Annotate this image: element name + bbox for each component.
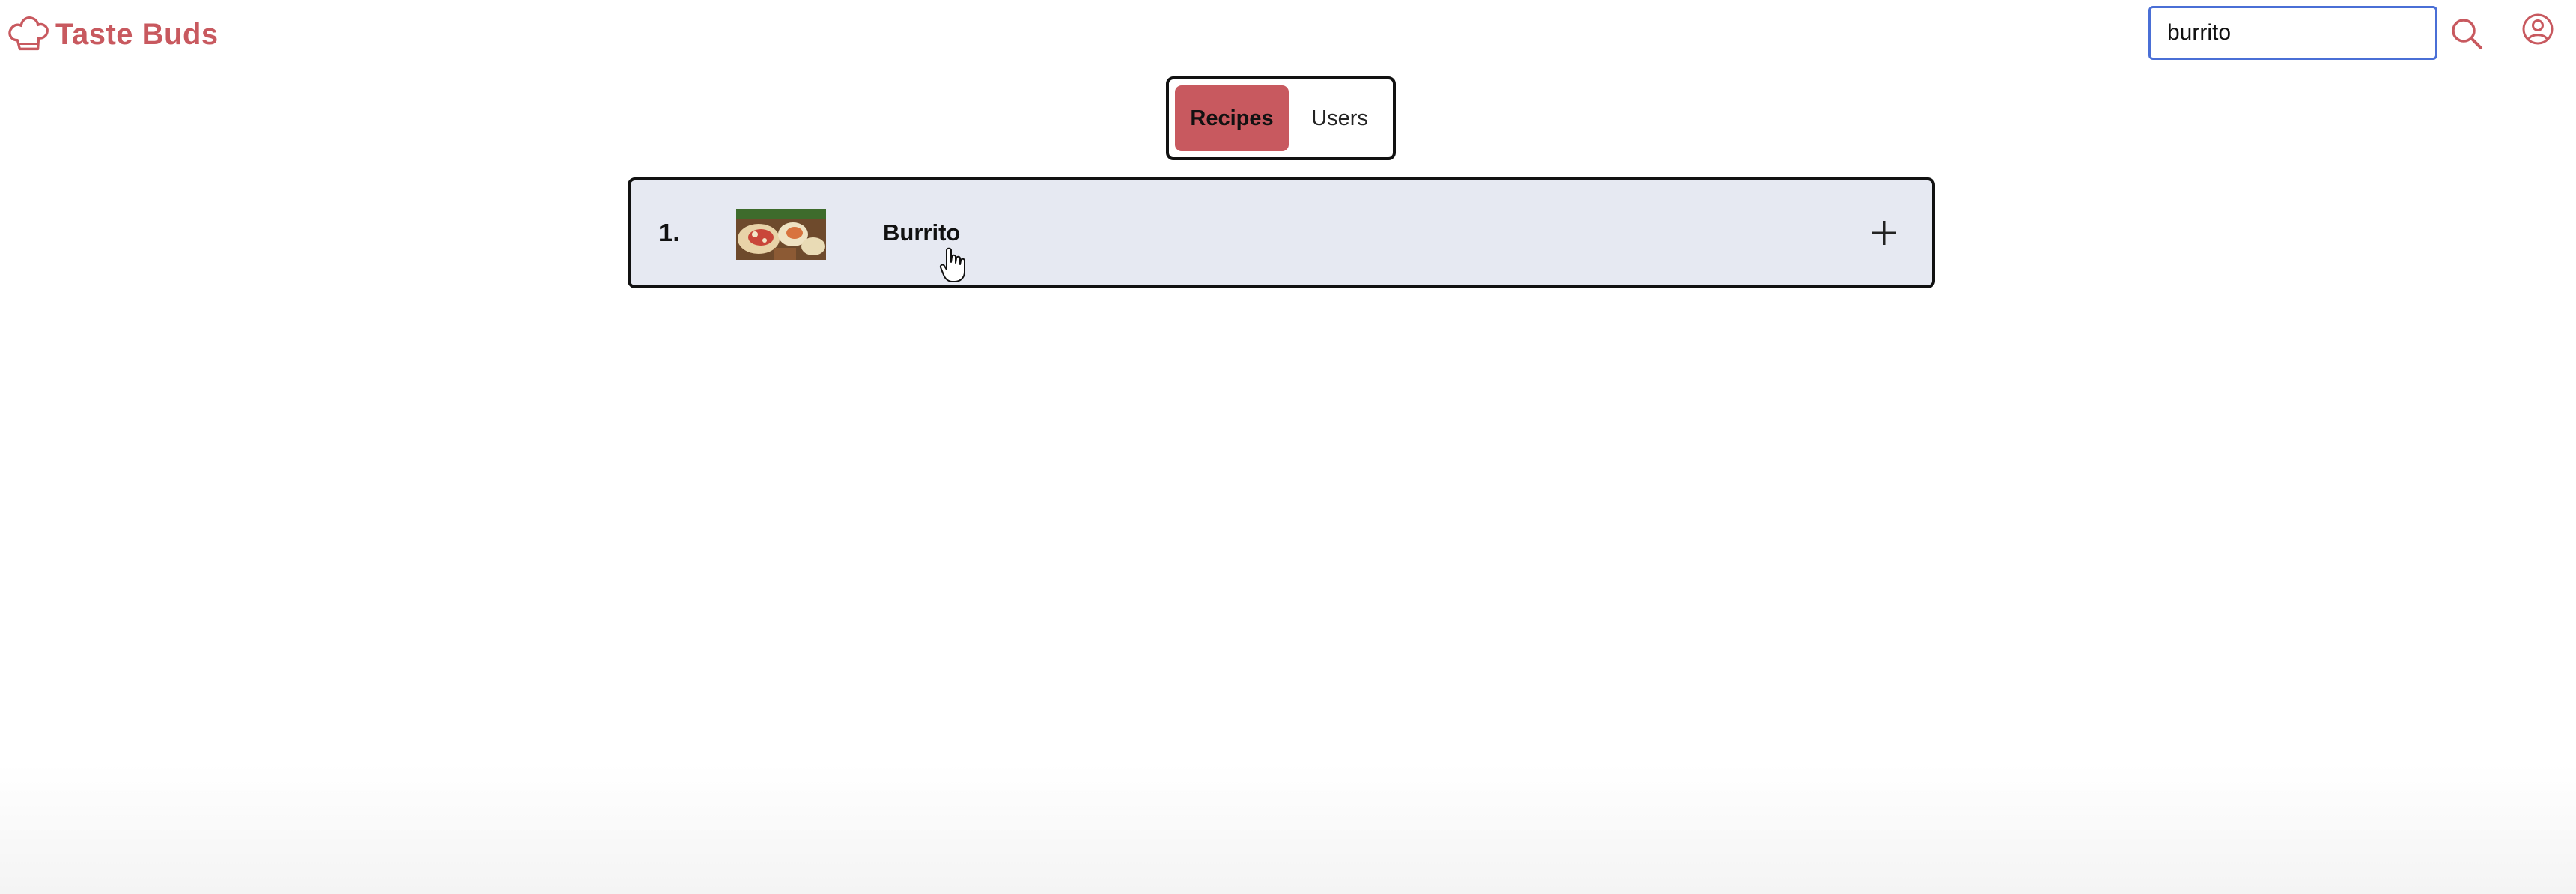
tab-users[interactable]: Users <box>1295 85 1385 151</box>
brand-logo[interactable]: Taste Buds <box>4 10 219 58</box>
brand-name: Taste Buds <box>55 17 219 51</box>
recipe-result-row[interactable]: 1. Burrito <box>628 177 1935 288</box>
app-page: Taste Buds Recipes Users 1. <box>0 0 2576 894</box>
user-circle-icon[interactable] <box>2521 13 2554 46</box>
search-icon[interactable] <box>2449 16 2484 51</box>
search-type-toggle: Recipes Users <box>1166 76 1396 160</box>
plus-icon[interactable] <box>1868 216 1901 249</box>
chef-hat-icon <box>8 16 49 51</box>
result-rank: 1. <box>659 219 680 246</box>
recipe-thumbnail <box>736 209 826 260</box>
top-bar: Taste Buds <box>0 0 2576 69</box>
tab-recipes[interactable]: Recipes <box>1175 85 1289 151</box>
search-input[interactable] <box>2151 8 2435 58</box>
search-field[interactable] <box>2148 6 2437 60</box>
recipe-name: Burrito <box>883 219 961 246</box>
